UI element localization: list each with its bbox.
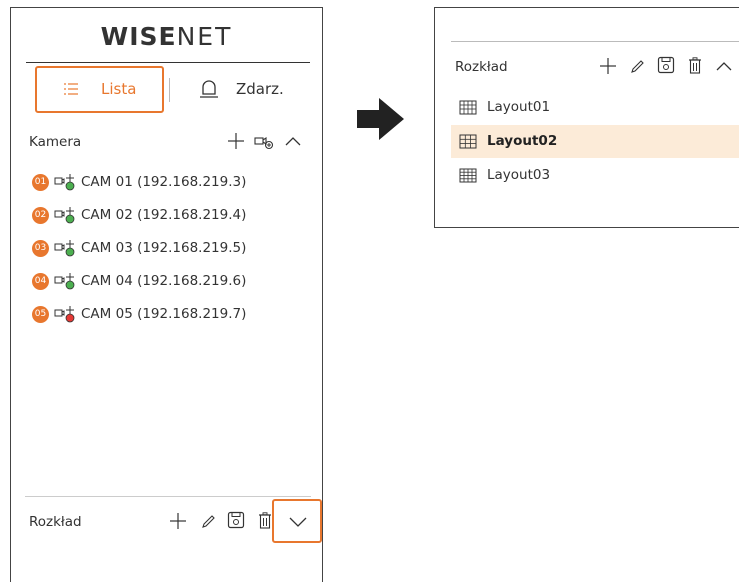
collapse-chevron-up-icon[interactable]	[716, 61, 732, 71]
ptz-camera-icon	[54, 305, 78, 325]
expand-toggle[interactable]	[272, 499, 322, 543]
arrow-right-icon	[357, 98, 405, 140]
left-panel: WISENET Lista Zdarz. Kamera 01 CAM 01 (1…	[10, 7, 323, 582]
wisenet-logo: WISENET	[100, 22, 233, 51]
schedule-section-title: Rozkład	[29, 514, 82, 530]
tab-list[interactable]: Lista	[35, 66, 164, 113]
bell-icon	[198, 78, 220, 100]
camera-label: CAM 04 (192.168.219.6)	[81, 273, 247, 289]
divider	[25, 496, 311, 497]
camera-list-item[interactable]: 03 CAM 03 (192.168.219.5)	[32, 240, 312, 262]
layout-label: Layout01	[487, 99, 551, 115]
save-icon[interactable]	[657, 56, 675, 74]
save-icon[interactable]	[227, 511, 245, 529]
tab-list-label: Lista	[101, 80, 137, 98]
delete-trash-icon[interactable]	[258, 512, 272, 529]
camera-list-item[interactable]: 01 CAM 01 (192.168.219.3)	[32, 174, 312, 196]
camera-number-badge: 04	[32, 273, 49, 290]
add-camera-icon[interactable]	[227, 132, 245, 150]
list-icon	[63, 81, 79, 97]
layout-list-item-selected[interactable]: Layout02	[451, 125, 739, 158]
ptz-camera-icon	[54, 173, 78, 193]
tab-events-label: Zdarz.	[236, 80, 284, 98]
schedule-section-title: Rozkład	[455, 59, 508, 75]
camera-list-item[interactable]: 05 CAM 05 (192.168.219.7)	[32, 306, 312, 328]
collapse-chevron-up-icon[interactable]	[285, 136, 301, 146]
add-icon[interactable]	[599, 57, 617, 75]
camera-number-badge: 05	[32, 306, 49, 323]
camera-number-badge: 02	[32, 207, 49, 224]
divider	[451, 41, 739, 42]
tab-separator	[169, 78, 170, 102]
ptz-camera-icon	[54, 272, 78, 292]
grid-9-icon	[459, 134, 479, 150]
camera-number-badge: 03	[32, 240, 49, 257]
layout-list-item[interactable]: Layout03	[451, 159, 739, 192]
edit-pencil-icon[interactable]	[630, 59, 645, 74]
right-panel: Rozkład Layout01 Layout02 Layout03	[434, 7, 739, 228]
edit-pencil-icon[interactable]	[201, 514, 216, 529]
camera-number-badge: 01	[32, 174, 49, 191]
ptz-camera-icon	[54, 239, 78, 259]
layout-label: Layout02	[487, 133, 558, 149]
ptz-camera-icon	[54, 206, 78, 226]
grid-16-icon	[459, 168, 479, 184]
grid-64-icon	[459, 100, 479, 116]
camera-label: CAM 05 (192.168.219.7)	[81, 306, 247, 322]
delete-trash-icon[interactable]	[688, 57, 702, 74]
chevron-down-icon	[289, 517, 307, 528]
camera-settings-icon[interactable]	[254, 134, 274, 150]
divider	[26, 62, 310, 63]
camera-label: CAM 02 (192.168.219.4)	[81, 207, 247, 223]
layout-list-item[interactable]: Layout01	[451, 91, 739, 124]
camera-list-item[interactable]: 04 CAM 04 (192.168.219.6)	[32, 273, 312, 295]
tab-events[interactable]: Zdarz.	[194, 78, 304, 102]
camera-label: CAM 01 (192.168.219.3)	[81, 174, 247, 190]
layout-label: Layout03	[487, 167, 551, 183]
camera-list-item[interactable]: 02 CAM 02 (192.168.219.4)	[32, 207, 312, 229]
add-icon[interactable]	[169, 512, 187, 530]
camera-label: CAM 03 (192.168.219.5)	[81, 240, 247, 256]
camera-section-title: Kamera	[29, 134, 82, 150]
